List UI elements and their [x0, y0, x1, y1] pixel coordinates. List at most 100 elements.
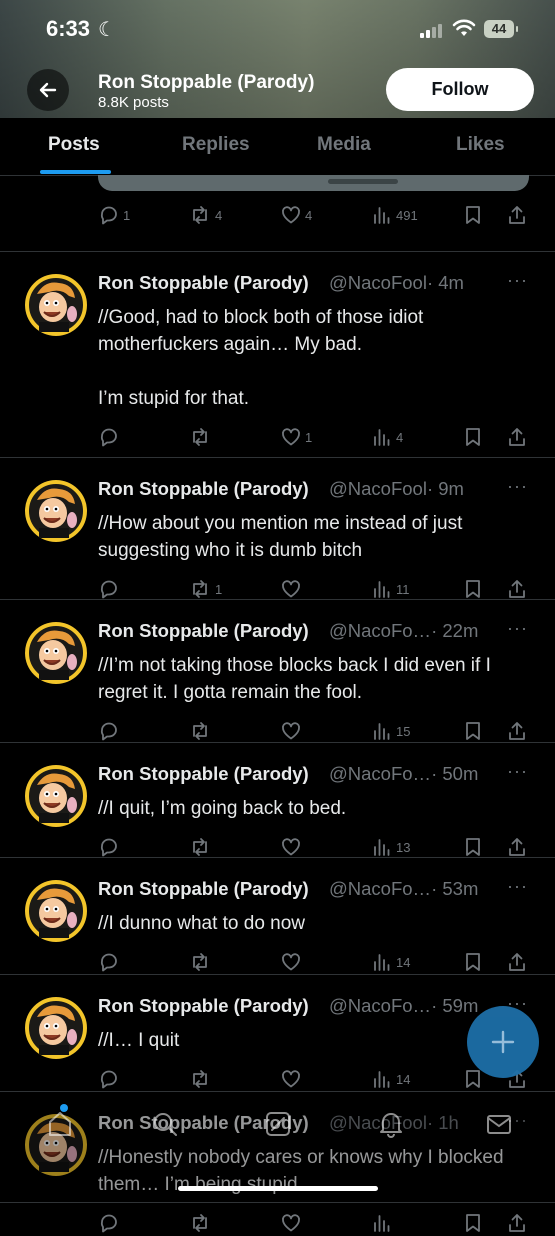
share-button[interactable] [506, 834, 528, 860]
views-button[interactable]: 4 [371, 424, 403, 450]
repost-button[interactable]: 4 [188, 202, 222, 228]
reply-button[interactable] [98, 949, 123, 975]
repost-button[interactable]: 1 [188, 576, 222, 602]
post-author-name[interactable]: Ron Stoppable (Parody) [98, 995, 309, 1017]
post-author-handle[interactable]: @NacoFool [329, 478, 427, 499]
repost-button[interactable] [188, 424, 215, 450]
post-author-handle[interactable]: @NacoFo… [329, 878, 431, 899]
avatar[interactable] [25, 622, 87, 684]
share-button[interactable] [506, 949, 528, 975]
post-author-name[interactable]: Ron Stoppable (Parody) [98, 478, 309, 500]
like-button[interactable] [280, 1210, 305, 1236]
share-button[interactable] [506, 1210, 528, 1236]
share-icon [509, 206, 525, 224]
notifications-bell-icon[interactable] [376, 1109, 406, 1139]
bookmark-button[interactable] [463, 949, 483, 975]
like-button[interactable] [280, 834, 305, 860]
repost-button[interactable] [188, 1210, 215, 1236]
home-icon[interactable] [45, 1109, 75, 1139]
tab-media[interactable]: Media [317, 134, 371, 156]
bookmark-button[interactable] [463, 424, 483, 450]
share-button[interactable] [506, 718, 528, 744]
post-author-handle[interactable]: @NacoFo… [329, 995, 431, 1016]
tab-likes[interactable]: Likes [456, 134, 505, 156]
views-button[interactable]: 491 [371, 202, 418, 228]
views-icon [374, 581, 390, 598]
reply-button[interactable] [98, 718, 123, 744]
messages-envelope-icon[interactable] [484, 1109, 514, 1139]
views-button[interactable]: 14 [371, 949, 410, 975]
reply-button[interactable] [98, 1066, 123, 1092]
tab-posts[interactable]: Posts [48, 134, 100, 156]
repost-button[interactable] [188, 834, 215, 860]
back-button[interactable] [27, 69, 69, 111]
reply-icon [100, 722, 117, 741]
tab-replies[interactable]: Replies [182, 134, 250, 156]
like-button[interactable]: 4 [280, 202, 312, 228]
share-button[interactable] [506, 576, 528, 602]
share-button[interactable] [506, 202, 528, 228]
avatar[interactable] [25, 765, 87, 827]
post-author-handle[interactable]: @NacoFo… [329, 763, 431, 784]
views-button[interactable]: 13 [371, 834, 410, 860]
avatar[interactable] [25, 480, 87, 542]
bookmark-icon [466, 428, 480, 446]
compose-button[interactable] [467, 1006, 539, 1078]
views-button[interactable]: 14 [371, 1066, 410, 1092]
avatar[interactable] [25, 274, 87, 336]
bookmark-button[interactable] [463, 718, 483, 744]
post-timestamp: · 59m [431, 995, 479, 1016]
search-icon[interactable] [150, 1109, 180, 1139]
avatar[interactable] [25, 997, 87, 1059]
post-author-name[interactable]: Ron Stoppable (Parody) [98, 620, 309, 642]
like-button[interactable]: 1 [280, 424, 312, 450]
post-text: //I dunno what to do now [98, 913, 306, 934]
post-author-name[interactable]: Ron Stoppable (Parody) [98, 763, 309, 785]
more-options-button[interactable]: ··· [507, 476, 528, 497]
like-button[interactable] [280, 1066, 305, 1092]
post-count: 8.8K posts [98, 94, 169, 111]
heart-icon [282, 1070, 300, 1088]
post-item[interactable]: Ron Stoppable (Parody) @NacoFo…· 50m ··· //… [0, 743, 555, 858]
avatar[interactable] [25, 880, 87, 942]
follow-button[interactable]: Follow [386, 68, 534, 111]
more-options-button[interactable]: ··· [507, 761, 528, 782]
repost-button[interactable] [188, 718, 215, 744]
repost-button[interactable] [188, 1066, 215, 1092]
share-icon [509, 580, 525, 598]
post-author-name[interactable]: Ron Stoppable (Parody) [98, 272, 309, 294]
reply-button[interactable] [98, 424, 123, 450]
repost-button[interactable] [188, 949, 215, 975]
post-item[interactable]: Ron Stoppable (Parody) @NacoFo…· 22m ··· //… [0, 600, 555, 743]
post-item[interactable]: Ron Stoppable (Parody) @NacoFo…· 53m ··· //… [0, 858, 555, 975]
post-item[interactable]: Ron Stoppable (Parody) @NacoFool· 4m ··· //… [0, 252, 555, 458]
active-tab-indicator [40, 170, 111, 174]
share-button[interactable] [506, 424, 528, 450]
reply-button[interactable] [98, 834, 123, 860]
post-item[interactable]: Ron Stoppable (Parody) @NacoFool· 9m ··· //… [0, 458, 555, 600]
bookmark-button[interactable] [463, 834, 483, 860]
reply-button[interactable]: 1 [98, 202, 130, 228]
bookmark-button[interactable] [463, 576, 483, 602]
like-button[interactable] [280, 718, 305, 744]
bottom-navigation-bar [0, 1095, 555, 1200]
bookmark-button[interactable] [463, 1210, 483, 1236]
views-button[interactable]: 15 [371, 718, 410, 744]
more-options-button[interactable]: ··· [507, 270, 528, 291]
grok-icon[interactable] [263, 1109, 293, 1139]
bookmark-icon [466, 953, 480, 971]
more-options-button[interactable]: ··· [507, 876, 528, 897]
heart-icon [282, 722, 300, 740]
more-options-button[interactable]: ··· [507, 618, 528, 639]
post-author-name[interactable]: Ron Stoppable (Parody) [98, 878, 309, 900]
heart-icon [282, 838, 300, 856]
views-button[interactable]: 11 [371, 576, 410, 602]
like-button[interactable] [280, 949, 305, 975]
views-button[interactable] [371, 1210, 396, 1236]
reply-button[interactable] [98, 576, 123, 602]
post-author-handle[interactable]: @NacoFo… [329, 620, 431, 641]
bookmark-button[interactable] [463, 202, 483, 228]
like-button[interactable] [280, 576, 305, 602]
reply-button[interactable] [98, 1210, 123, 1236]
post-author-handle[interactable]: @NacoFool [329, 272, 427, 293]
